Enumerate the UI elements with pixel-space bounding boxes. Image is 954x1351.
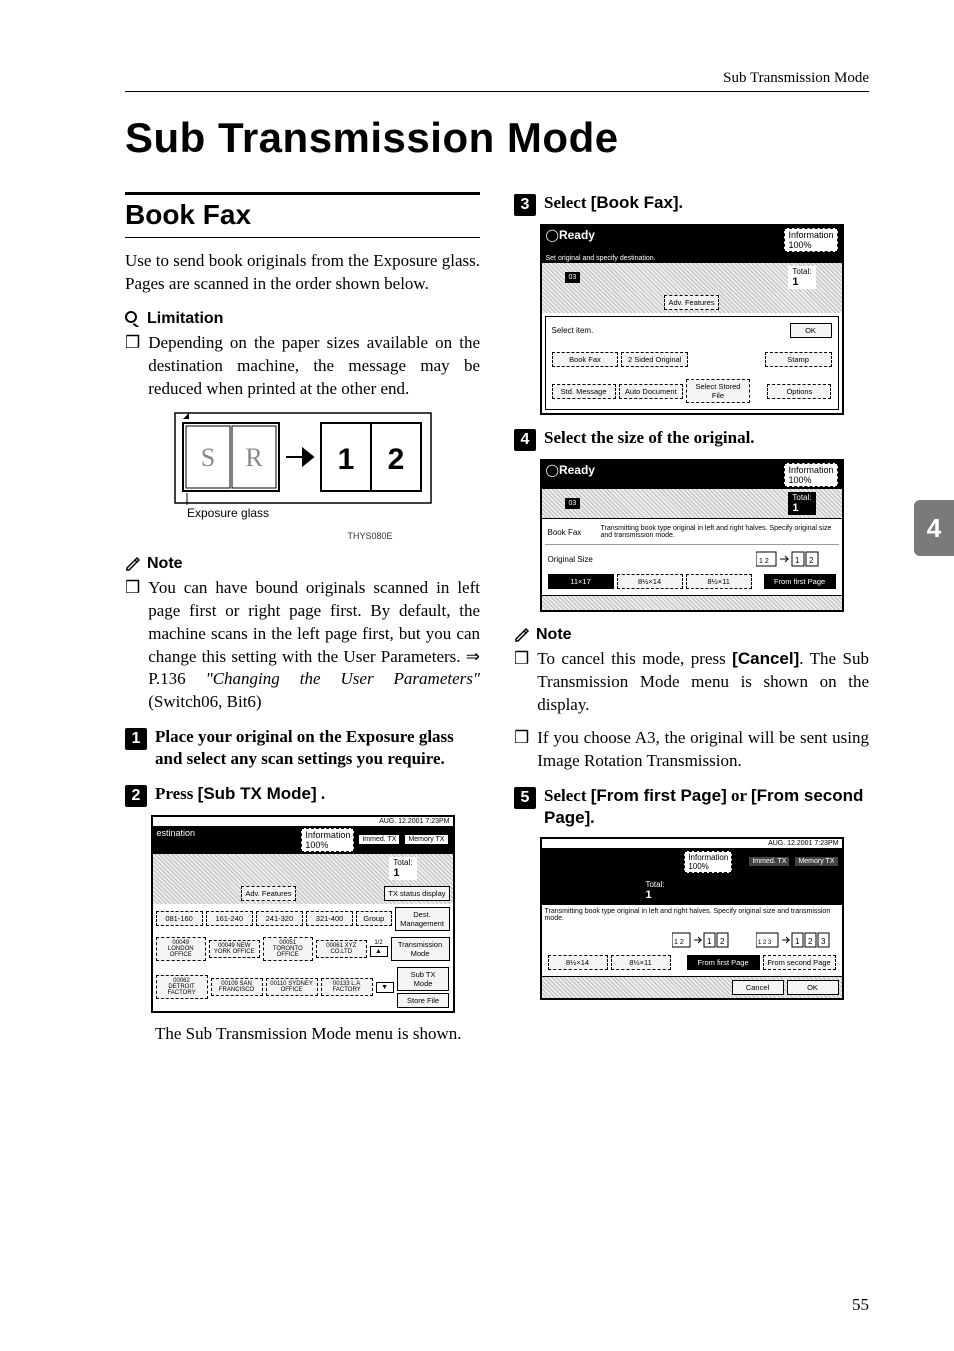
exposure-diagram: S R 1 2 Exposure glass THYS080E — [173, 411, 433, 541]
svg-text:1 2: 1 2 — [674, 939, 684, 946]
page-title: Sub Transmission Mode — [125, 114, 869, 162]
screenshot-from-page: AUG. 12.2001 7:23PM Information100% Imme… — [540, 837, 844, 1000]
svg-text:2: 2 — [720, 937, 725, 946]
svg-text:1: 1 — [337, 443, 354, 476]
svg-text:1 2: 1 2 — [759, 558, 769, 565]
step-2-after: The Sub Transmission Mode menu is shown. — [155, 1023, 480, 1046]
svg-text:Exposure glass: Exposure glass — [187, 506, 269, 520]
step-3-text: Select [Book Fax]. — [544, 192, 683, 214]
step-1-text: Place your original on the Exposure glas… — [155, 726, 480, 770]
chapter-tab: 4 — [914, 500, 954, 556]
step-5-text: Select [From first Page] or [From second… — [544, 785, 869, 829]
bullet-icon: ❒ — [125, 332, 140, 401]
note2-item2: If you choose A3, the original will be s… — [537, 727, 869, 773]
step-4-number: 4 — [514, 429, 536, 451]
svg-text:3: 3 — [821, 937, 826, 946]
step-1-number: 1 — [125, 728, 147, 750]
running-head: Sub Transmission Mode — [125, 70, 869, 87]
limitation-text: Depending on the paper sizes available o… — [148, 332, 480, 401]
limitation-icon — [125, 311, 141, 327]
step-3-number: 3 — [514, 194, 536, 216]
svg-text:S: S — [200, 443, 214, 472]
screenshot-original-size: ◯Ready Information100% 03 Total:1 Book F… — [540, 459, 844, 612]
svg-text:1: 1 — [707, 937, 712, 946]
svg-text:2: 2 — [809, 556, 814, 565]
svg-text:1: 1 — [795, 556, 800, 565]
note1-heading: Note — [147, 555, 183, 573]
svg-text:2: 2 — [387, 443, 404, 476]
head-rule — [125, 91, 869, 92]
step-4-text: Select the size of the original. — [544, 427, 755, 449]
section-book-fax: Book Fax — [125, 192, 480, 238]
svg-text:1 2 3: 1 2 3 — [758, 940, 772, 946]
bullet-icon: ❒ — [125, 577, 140, 715]
note2-item1: To cancel this mode, press [Cancel]. The… — [537, 648, 869, 717]
screenshot-sub-tx-menu: AUG. 12.2001 7:23PM estination Informati… — [151, 815, 455, 1013]
intro-paragraph: Use to send book originals from the Expo… — [125, 250, 480, 296]
bullet-icon: ❒ — [514, 727, 529, 773]
note1-text: You can have bound originals scanned in … — [148, 577, 480, 715]
svg-text:2: 2 — [808, 937, 813, 946]
step-2-number: 2 — [125, 785, 147, 807]
diagram-code: THYS080E — [173, 531, 433, 541]
note-icon — [514, 627, 530, 643]
screenshot-select-item: ◯Ready Information100% Set original and … — [540, 224, 844, 415]
svg-text:R: R — [245, 443, 263, 472]
page-number: 55 — [852, 1295, 869, 1315]
limitation-heading: Limitation — [147, 310, 223, 328]
note2-heading: Note — [536, 626, 572, 644]
svg-text:1: 1 — [795, 937, 800, 946]
step-2-text: Press [Sub TX Mode] . — [155, 783, 325, 805]
bullet-icon: ❒ — [514, 648, 529, 717]
step-5-number: 5 — [514, 787, 536, 809]
note-icon — [125, 556, 141, 572]
